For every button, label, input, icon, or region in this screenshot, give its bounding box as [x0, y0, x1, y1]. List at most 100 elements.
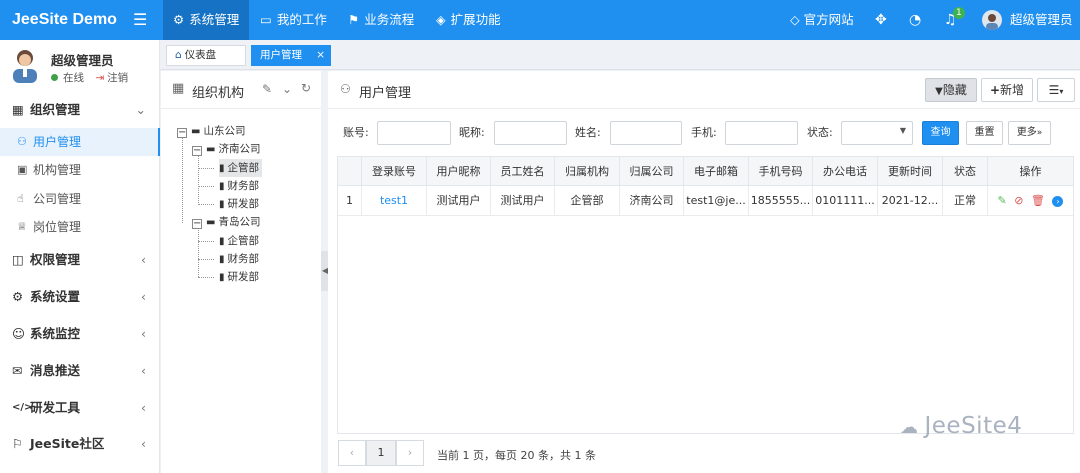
folder-open-icon: ▬ [206, 144, 216, 155]
nav-system-management[interactable]: ⚙ 系统管理 [163, 0, 250, 40]
table-cell: 测试用户 [491, 186, 555, 216]
collapse-toggle-icon[interactable]: − [192, 219, 202, 229]
collapse-toggle-icon[interactable]: − [177, 128, 187, 138]
tree-node[interactable]: ▮ 企管部 [219, 159, 263, 177]
column-menu-button[interactable]: ☰▾ [1037, 78, 1075, 102]
next-page-button[interactable]: › [396, 440, 424, 466]
nav-business-flow[interactable]: ⚑ 业务流程 [338, 0, 424, 40]
mobile-input[interactable] [725, 121, 798, 145]
tree-guide [198, 186, 214, 187]
more-button[interactable]: 更多» [1008, 121, 1051, 145]
table-header[interactable]: 归属公司 [620, 157, 684, 186]
monitor-face-icon: ☺ [12, 326, 26, 341]
menu-group-devtools[interactable]: </> 研发工具 ‹ [0, 394, 160, 422]
edit-icon[interactable]: ✎ [262, 82, 272, 96]
tree-node[interactable]: − ▬ 青岛公司 [192, 213, 260, 231]
menu-toggle-icon[interactable]: ☰ [133, 10, 147, 30]
notification-badge: 1 [953, 7, 965, 19]
refresh-icon[interactable]: ↻ [301, 81, 311, 95]
tab-user-management[interactable]: 用户管理 × [251, 45, 331, 66]
prev-page-button[interactable]: ‹ [338, 440, 366, 466]
tree-node[interactable]: ▮ 财务部 [219, 177, 259, 195]
home-icon: ⌂ [175, 49, 182, 61]
tree-node[interactable]: ▮ 研发部 [219, 268, 259, 286]
fullscreen-icon[interactable]: ✥ [875, 0, 887, 40]
sidebar-item-users[interactable]: ⚇ 用户管理 [0, 128, 160, 156]
chevron-left-icon: ‹ [141, 400, 146, 415]
tree-node[interactable]: − ▬ 济南公司 [192, 140, 260, 158]
tab-dashboard[interactable]: ⌂ 仪表盘 [166, 45, 246, 66]
status-cell: 正常 [943, 186, 988, 216]
table-header[interactable]: 员工姓名 [491, 157, 555, 186]
tab-bar: ⌂ 仪表盘 用户管理 × [160, 40, 1080, 70]
table-cell: 企管部 [555, 186, 620, 216]
table-header[interactable]: 归属机构 [555, 157, 620, 186]
table-header[interactable]: 更新时间 [878, 157, 943, 186]
admin-name[interactable]: 超级管理员 [1010, 0, 1073, 40]
file-icon: ▮ [219, 163, 225, 174]
collapse-toggle-icon[interactable]: − [192, 146, 202, 156]
hide-button[interactable]: ▼隐藏 [925, 78, 977, 102]
folder-open-icon: ▬ [206, 217, 216, 228]
brand-logo[interactable]: JeeSite Demo [12, 0, 117, 40]
tree-node[interactable]: ▮ 企管部 [219, 232, 259, 250]
nav-extensions[interactable]: ◈ 扩展功能 [426, 0, 511, 40]
delete-icon[interactable]: 🗑 [1031, 194, 1045, 207]
tree-node[interactable]: ▮ 研发部 [219, 195, 259, 213]
sitemap-icon: ▦ [172, 81, 185, 96]
table-header[interactable]: 用户昵称 [427, 157, 491, 186]
nickname-input[interactable] [494, 121, 567, 145]
menu-group-message[interactable]: ✉ 消息推送 ‹ [0, 357, 160, 385]
chevron-left-icon: ‹ [141, 363, 146, 378]
table-header[interactable]: 手机号码 [749, 157, 813, 186]
close-icon[interactable]: × [316, 46, 325, 65]
monitor-icon: ▭ [260, 12, 272, 27]
table-header[interactable]: 办公电话 [813, 157, 878, 186]
table-header[interactable]: 电子邮箱 [684, 157, 749, 186]
menu-group-settings[interactable]: ⚙ 系统设置 ‹ [0, 283, 160, 311]
tree-header: ▦ 组织机构 ✎ ⌄ ↻ [161, 71, 321, 109]
user-name: 超级管理员 [51, 53, 114, 68]
sidebar-item-posts[interactable]: ♕ 岗位管理 [0, 213, 160, 241]
file-icon: ▮ [219, 199, 225, 210]
menu-group-permission[interactable]: ◫ 权限管理 ‹ [0, 246, 160, 274]
file-icon: ▮ [219, 181, 225, 192]
table-header[interactable]: 登录账号 [362, 157, 427, 186]
sidebar-item-companies[interactable]: ☝ 公司管理 [0, 185, 160, 213]
table-cell: 济南公司 [620, 186, 684, 216]
chevron-down-icon[interactable]: ⌄ [282, 82, 292, 96]
menu-group-org[interactable]: ▦ 组织管理 ⌄ [0, 96, 160, 124]
logout-link[interactable]: 注销 [107, 72, 128, 84]
account-link[interactable]: test1 [362, 186, 427, 216]
tree-guide [182, 137, 183, 223]
sidebar: 超级管理员 在线 ⇥ 注销 ▦ 组织管理 ⌄ ⚇ 用户管理 ▣ 机构管理 ☝ 公司管理 ♕ 岗… [0, 40, 160, 473]
folder-open-icon: ▬ [191, 126, 201, 137]
name-input[interactable] [610, 121, 682, 145]
menu-group-community[interactable]: ⚐ JeeSite社区 ‹ [0, 430, 160, 458]
table-header: 操作 [988, 157, 1073, 186]
gear-icon: ⚙ [173, 12, 185, 27]
edit-icon[interactable]: ✎ [998, 194, 1007, 207]
disable-icon[interactable]: ⊘ [1014, 194, 1023, 207]
menu-group-monitor[interactable]: ☺ 系统监控 ‹ [0, 320, 160, 348]
official-site-link[interactable]: ◇ 官方网站 [790, 0, 854, 40]
add-button[interactable]: +新增 [981, 78, 1033, 102]
avatar [10, 47, 40, 83]
tree-node[interactable]: − ▬ 山东公司 [177, 122, 245, 140]
tree-node[interactable]: ▮ 财务部 [219, 250, 259, 268]
table-header[interactable]: 状态 [943, 157, 988, 186]
page-number-button[interactable]: 1 [366, 440, 396, 466]
more-actions-icon[interactable]: › [1052, 196, 1064, 207]
avatar[interactable] [982, 10, 1002, 30]
nav-my-work[interactable]: ▭ 我的工作 [250, 0, 337, 40]
dashboard-icon[interactable]: ◔ [909, 0, 921, 40]
reset-button[interactable]: 重置 [966, 121, 1003, 145]
status-select[interactable]: ▼ [841, 121, 913, 145]
account-input[interactable] [377, 121, 451, 145]
online-dot-icon [51, 74, 58, 81]
query-button[interactable]: 查询 [922, 121, 959, 145]
sidebar-item-orgs[interactable]: ▣ 机构管理 [0, 156, 160, 184]
notification-icon[interactable]: ♫ [944, 0, 957, 40]
page-title: 用户管理 [359, 86, 412, 101]
gear-icon: ⚙ [12, 289, 24, 304]
